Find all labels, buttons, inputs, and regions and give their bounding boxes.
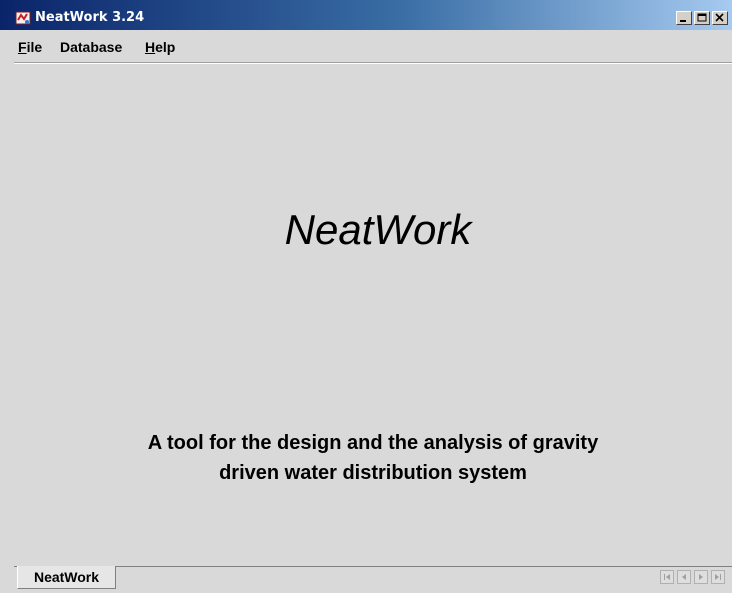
app-title: NeatWork xyxy=(284,206,472,253)
tab-prev-button[interactable] xyxy=(677,570,691,584)
minimize-icon xyxy=(680,20,686,22)
close-button[interactable] xyxy=(712,11,728,25)
tab-last-button[interactable] xyxy=(711,570,725,584)
window-title: NeatWork 3.24 xyxy=(35,10,145,25)
prev-icon xyxy=(682,574,686,580)
first-icon xyxy=(664,574,670,580)
minimize-button[interactable] xyxy=(676,11,692,25)
title-bar[interactable]: NeatWork 3.24 xyxy=(0,0,732,30)
close-icon xyxy=(715,13,724,22)
menu-bar: File Database Help xyxy=(0,30,732,62)
menu-divider-highlight xyxy=(14,63,732,64)
maximize-button[interactable] xyxy=(694,11,710,25)
tagline-line-2: driven water distribution system xyxy=(219,462,527,484)
tab-strip-border xyxy=(14,566,732,567)
menu-help[interactable]: Help xyxy=(145,39,175,55)
neatwork-app-icon xyxy=(15,10,31,26)
tab-neatwork[interactable]: NeatWork xyxy=(17,566,116,589)
app-tagline: A tool for the design and the analysis o… xyxy=(0,428,732,488)
last-icon xyxy=(715,574,721,580)
menu-database[interactable]: Database xyxy=(60,39,122,55)
maximize-icon xyxy=(697,13,707,22)
tab-first-button[interactable] xyxy=(660,570,674,584)
tagline-line-1: A tool for the design and the analysis o… xyxy=(147,432,599,454)
tab-next-button[interactable] xyxy=(694,570,708,584)
next-icon xyxy=(699,574,703,580)
menu-file[interactable]: File xyxy=(18,39,42,55)
